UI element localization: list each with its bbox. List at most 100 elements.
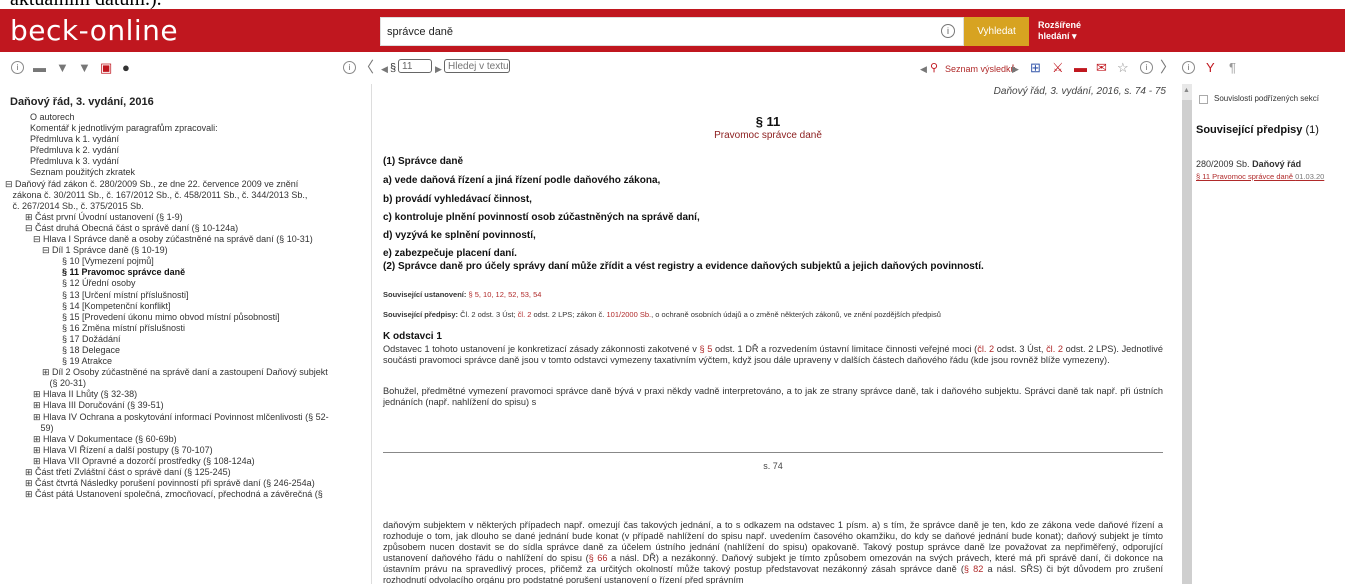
- toc-item[interactable]: § 11 Pravomoc správce daně: [0, 267, 371, 278]
- toc-item[interactable]: Předmluva k 2. vydání: [0, 145, 371, 156]
- toc-item[interactable]: Komentář k jednotlivým paragrafům zpraco…: [0, 123, 371, 134]
- next-section-icon[interactable]: ▶: [435, 62, 442, 76]
- toc-item[interactable]: ⊞ Hlava VI Řízení a další postupy (§ 70-…: [0, 445, 371, 456]
- calendar-icon[interactable]: ▬: [33, 61, 46, 75]
- email-icon[interactable]: ✉: [1096, 61, 1107, 75]
- related-link-text[interactable]: § 11 Pravomoc správce daně: [1196, 172, 1293, 181]
- filter-alt-icon[interactable]: ▼: [78, 61, 91, 75]
- toc-item[interactable]: Předmluva k 3. vydání: [0, 156, 371, 167]
- related-panel: Souvislosti podřízených sekcí Souvisejíc…: [1193, 84, 1345, 584]
- search-box: i: [380, 17, 964, 46]
- link[interactable]: § 82: [964, 564, 983, 574]
- expand-right-icon[interactable]: 〉: [1160, 60, 1175, 75]
- toc-item[interactable]: ⊞ Část pátá Ustanovení společná, zmocňov…: [0, 489, 371, 500]
- related-title-text: Související předpisy: [1196, 124, 1303, 136]
- top-cropped-text: aktuálním datům.).: [0, 0, 1345, 9]
- filter-related-icon[interactable]: Y: [1206, 61, 1215, 75]
- toc-item[interactable]: § 14 [Kompetenční konflikt]: [0, 301, 371, 312]
- advanced-search-button[interactable]: Rozšířené hledání ▾: [1038, 20, 1081, 42]
- toc-item[interactable]: ⊞ Hlava VII Opravné a dozorčí prostředky…: [0, 456, 371, 467]
- scrollbar-thumb[interactable]: [1182, 100, 1192, 584]
- related-regs-text-1: Čl. 2 odst. 3 Úst;: [460, 310, 516, 319]
- toc-item[interactable]: ⊟ Díl 1 Správce daně (§ 10-19): [0, 245, 371, 256]
- section-number-input[interactable]: [398, 59, 432, 73]
- point-a: a) vede daňová řízení a jiná řízení podl…: [383, 175, 661, 186]
- info-filled-icon[interactable]: ●: [122, 61, 130, 75]
- toc-item[interactable]: § 17 Dožádání: [0, 334, 371, 345]
- cropped-text: aktuálním datům.).: [10, 0, 162, 9]
- commentary-paragraph-2: Bohužel, předmětné vymezení pravomoci sp…: [383, 386, 1163, 407]
- next-result-icon[interactable]: ▶: [1012, 62, 1019, 76]
- header: beck-online i Vyhledat Rozšířené hledání…: [0, 9, 1345, 52]
- prev-result-icon[interactable]: ◀: [920, 62, 927, 76]
- related-regs-text-2: odst. 2 LPS; zákon č.: [533, 310, 605, 319]
- search-button[interactable]: Vyhledat: [964, 17, 1029, 46]
- toc-item[interactable]: Seznam použitých zkratek: [0, 167, 371, 178]
- link[interactable]: § 5: [699, 344, 712, 354]
- link[interactable]: § 66: [589, 553, 608, 563]
- toc-item[interactable]: § 18 Delegace: [0, 345, 371, 356]
- document-icon[interactable]: ▣: [100, 61, 112, 75]
- toc-item[interactable]: § 12 Úřední osoby: [0, 278, 371, 289]
- document-view: Daňový řád, 3. vydání, 2016, s. 74 - 75 …: [373, 84, 1182, 584]
- results-list-link[interactable]: Seznam výsledků: [945, 62, 1016, 76]
- document-info-icon[interactable]: i: [1140, 61, 1153, 74]
- text: odst. 3 Úst,: [996, 344, 1044, 354]
- toc-item[interactable]: § 13 [Určení místní příslušnosti]: [0, 290, 371, 301]
- toc-item[interactable]: ⊞ Hlava IV Ochrana a poskytování informa…: [0, 412, 371, 434]
- search-info-icon[interactable]: i: [941, 24, 955, 38]
- toc-item[interactable]: ⊞ Část třetí Zvláštní část o správě daní…: [0, 467, 371, 478]
- related-regs-text-3: , o ochraně osobních údajů a o změně něk…: [651, 310, 941, 319]
- toc-item[interactable]: ⊞ Část čtvrtá Následky porušení povinnos…: [0, 478, 371, 489]
- toc-item[interactable]: ⊞ Hlava II Lhůty (§ 32-38): [0, 389, 371, 400]
- text: odst. 1 DŘ a rozvedením ústavní limitace…: [714, 344, 978, 354]
- toc-item[interactable]: ⊞ Hlava III Doručování (§ 39-51): [0, 400, 371, 411]
- toc-item[interactable]: ⊟ Část druhá Obecná část o správě daní (…: [0, 223, 371, 234]
- paragraph-2: (2) Správce daně pro účely správy daní m…: [383, 261, 984, 272]
- link[interactable]: čl. 2: [977, 344, 994, 354]
- page-divider: [383, 452, 1163, 453]
- link[interactable]: čl. 2: [1046, 344, 1063, 354]
- scroll-up-icon[interactable]: ▲: [1183, 87, 1190, 94]
- toc-item[interactable]: § 10 [Vymezení pojmů]: [0, 256, 371, 267]
- subsections-checkbox-label: Souvislosti podřízených sekcí: [1214, 94, 1319, 103]
- prev-section-icon[interactable]: ◀: [381, 62, 388, 76]
- book-title: Daňový řád, 3. vydání, 2016: [10, 96, 154, 108]
- subsections-checkbox[interactable]: [1199, 95, 1208, 104]
- point-e: e) zabezpečuje placení daní.: [383, 248, 517, 259]
- pdf-icon[interactable]: ⚔: [1052, 61, 1064, 75]
- toc-item[interactable]: § 16 Změna místní příslušnosti: [0, 323, 371, 334]
- word-export-icon[interactable]: ⊞: [1030, 61, 1041, 75]
- related-regs-link-2[interactable]: 101/2000 Sb.: [606, 310, 651, 319]
- logo[interactable]: beck-online: [10, 14, 178, 47]
- filter-icon[interactable]: ▼: [56, 61, 69, 75]
- info-icon[interactable]: i: [11, 61, 24, 74]
- related-provisions-links[interactable]: § 5, 10, 12, 52, 53, 54: [468, 290, 541, 299]
- toc-item[interactable]: Předmluva k 1. vydání: [0, 134, 371, 145]
- star-icon[interactable]: ☆: [1117, 61, 1129, 75]
- search-input[interactable]: [381, 18, 921, 45]
- related-link[interactable]: § 11 Pravomoc správce daně 01.03.20: [1196, 172, 1324, 181]
- collapse-left-icon[interactable]: 〈: [359, 60, 374, 75]
- act-number: 280/2009 Sb.: [1196, 159, 1250, 169]
- toc-item[interactable]: § 15 [Provedení úkonu mimo obvod místní …: [0, 312, 371, 323]
- toc-item[interactable]: ⊞ Díl 2 Osoby zúčastněné na správě daní …: [0, 367, 371, 389]
- toc-item[interactable]: ⊟ Daňový řád zákon č. 280/2009 Sb., ze d…: [0, 179, 371, 212]
- toc-item[interactable]: ⊞ Hlava V Dokumentace (§ 60-69b): [0, 434, 371, 445]
- bookmark-icon[interactable]: ¶: [1229, 61, 1236, 75]
- related-regs-link-1[interactable]: čl. 2: [518, 310, 532, 319]
- find-in-text-input[interactable]: [444, 59, 510, 73]
- toc-item[interactable]: ⊞ Část první Úvodní ustanovení (§ 1-9): [0, 212, 371, 223]
- print-icon[interactable]: ▬: [1074, 61, 1087, 75]
- right-panel-info-icon[interactable]: i: [1182, 61, 1195, 74]
- related-regulations: Související předpisy: Čl. 2 odst. 3 Úst;…: [383, 310, 1153, 319]
- toc-item[interactable]: O autorech: [0, 112, 371, 123]
- panel-info-icon[interactable]: i: [343, 61, 356, 74]
- advanced-search-line1: Rozšířené: [1038, 20, 1082, 30]
- toc-item[interactable]: ⊟ Hlava I Správce daně a osoby zúčastněn…: [0, 234, 371, 245]
- point-d: d) vyzývá ke splnění povinností,: [383, 230, 536, 241]
- section-title: § 11: [755, 114, 781, 129]
- page-number: s. 74: [763, 461, 783, 471]
- toc-item[interactable]: § 19 Atrakce: [0, 356, 371, 367]
- point-b: b) provádí vyhledávací činnost,: [383, 194, 532, 205]
